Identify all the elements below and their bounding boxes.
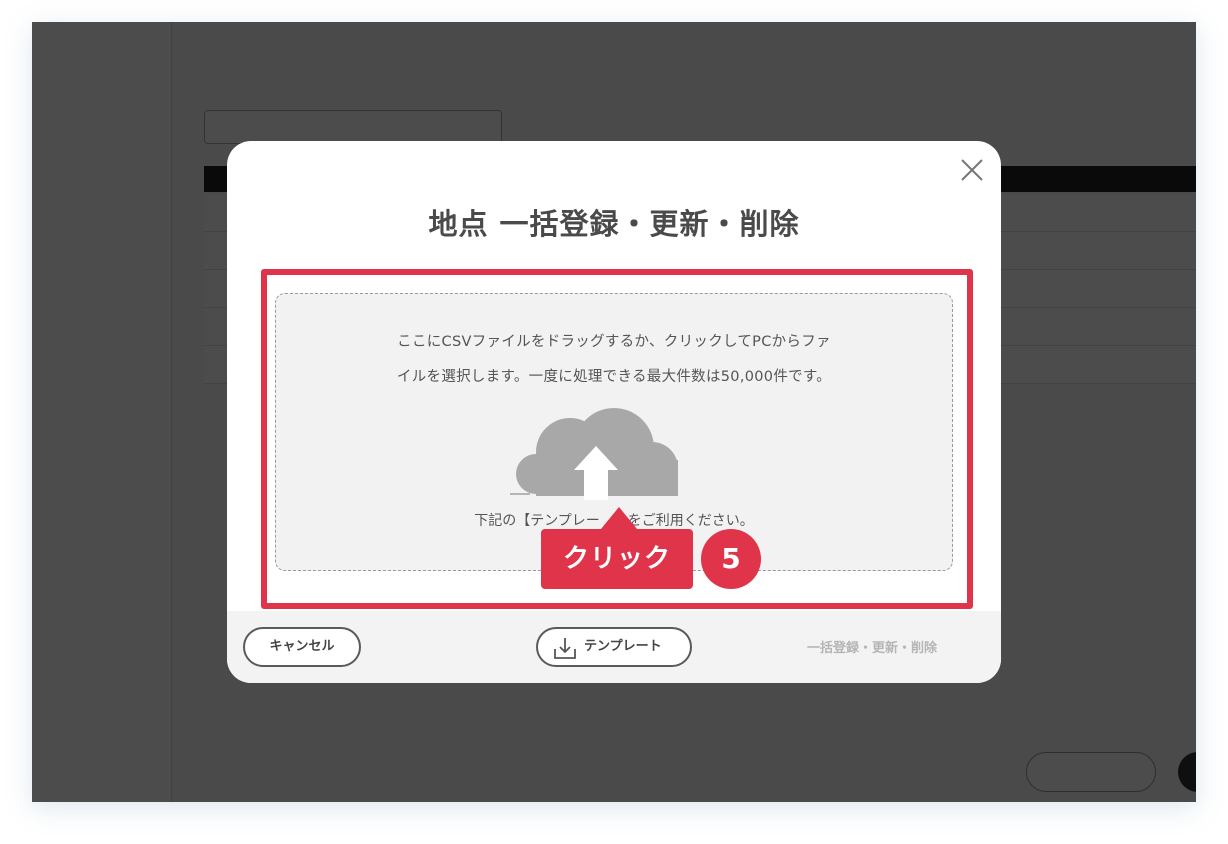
callout-label: クリック	[562, 544, 671, 574]
template-button-label: テンプレート	[584, 639, 662, 654]
bulk-upload-modal: 地点 一括登録・更新・削除 ここにCSVファイルをドラッグするか、クリックしてP…	[227, 141, 1001, 683]
download-icon	[554, 638, 576, 659]
template-download-button[interactable]: テンプレート	[536, 627, 692, 667]
click-callout: クリック	[541, 507, 693, 589]
dropzone-instructions-line1: ここにCSVファイルをドラッグするか、クリックしてPCからファ	[397, 334, 831, 350]
bulk-submit-button[interactable]: 一括登録・更新・削除	[807, 637, 937, 656]
modal-footer: キャンセル テンプレート 一括登録・更新・削除	[227, 611, 1001, 683]
modal-title: 地点 一括登録・更新・削除	[428, 207, 800, 241]
dropzone-instructions-line2: イルを選択します。一度に処理できる最大件数は50,000件です。	[396, 369, 832, 385]
cancel-button[interactable]: キャンセル	[243, 627, 361, 667]
app-window: 地点 一括登録・更新・削除 ここにCSVファイルをドラッグするか、クリックしてP…	[32, 22, 1196, 802]
close-icon[interactable]	[957, 155, 987, 185]
cloud-upload-icon	[510, 408, 678, 500]
step-number-badge: 5	[701, 529, 761, 589]
